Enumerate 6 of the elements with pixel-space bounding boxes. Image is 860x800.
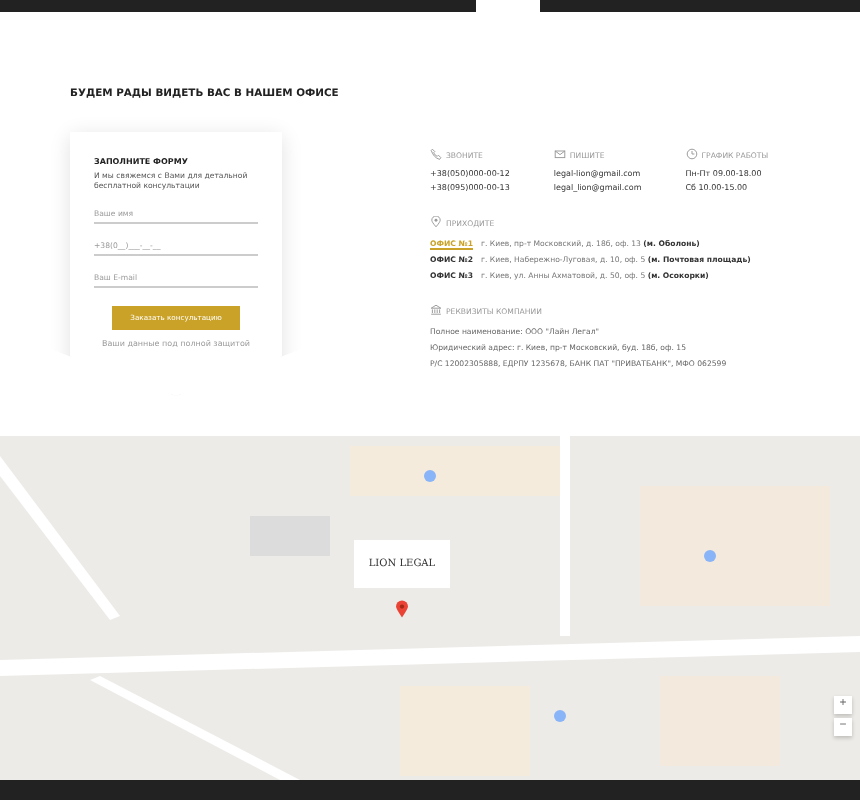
map-marker-icon — [396, 600, 408, 618]
mail-icon — [553, 148, 566, 160]
bank-icon — [430, 304, 442, 316]
clock-icon — [685, 148, 698, 160]
phone-icon — [430, 148, 442, 160]
location-pin-icon — [430, 216, 442, 228]
